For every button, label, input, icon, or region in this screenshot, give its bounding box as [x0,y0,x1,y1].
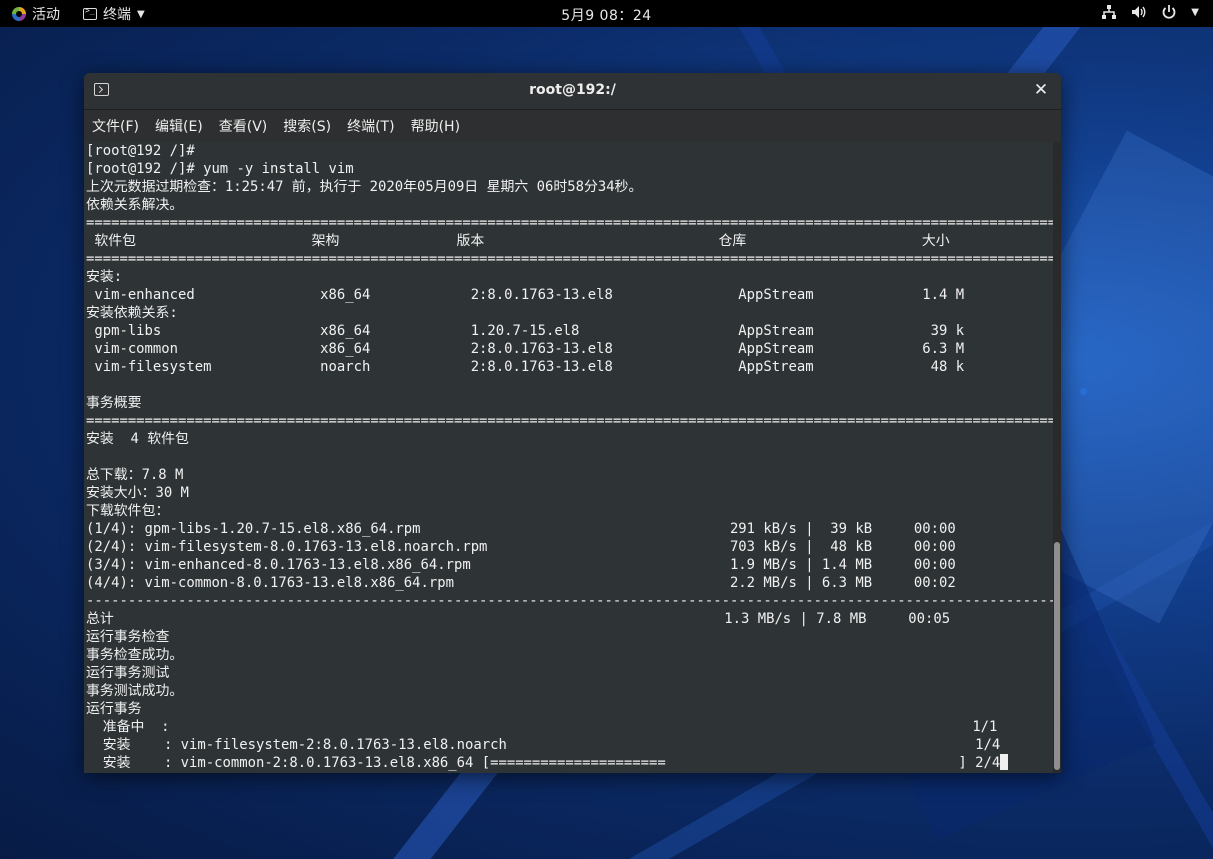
terminal-line: 安装 4 软件包 [86,431,189,447]
terminal-line: 安装: [86,269,123,285]
terminal-line: 准备中 : 1/1 [86,719,998,735]
terminal-line: 安装大小：30 M [86,485,189,501]
terminal-line: vim-common x86_64 2:8.0.1763-13.el8 AppS… [86,341,965,357]
terminal-line: 下载软件包： [86,503,170,519]
network-icon [1101,4,1117,20]
terminal-line: 运行事务 [86,701,142,717]
terminal-line: [root@192 /]# yum -y install vim [86,161,354,177]
terminal-line: [root@192 /]# [86,143,195,159]
system-status-menu[interactable]: ▼ [1101,4,1199,20]
scrollbar-thumb[interactable] [1054,542,1060,770]
menu-edit[interactable]: 编辑(E) [155,116,211,136]
terminal-line: 事务概要 [86,395,142,411]
window-title: root@192:/ [529,82,616,98]
terminal-line: 安装依赖关系: [86,305,178,321]
terminal-line: (4/4): vim-common-8.0.1763-13.el8.x86_64… [86,575,956,591]
terminal-line: (2/4): vim-filesystem-8.0.1763-13.el8.no… [86,539,956,555]
menu-search[interactable]: 搜索(S) [283,116,339,136]
menu-help[interactable]: 帮助(H) [411,116,468,136]
terminal-line: ========================================… [86,413,1061,429]
power-icon [1161,4,1177,20]
top-bar: 活动 终端 ▼ 5月9 08：24 ▼ [0,0,1213,27]
terminal-line: ========================================… [86,251,1061,267]
terminal-line: 运行事务测试 [86,665,170,681]
terminal-line: 事务测试成功。 [86,683,184,699]
terminal-cursor [1000,754,1009,770]
terminal-line: 安装 : vim-filesystem-2:8.0.1763-13.el8.no… [86,737,1001,753]
terminal-line: 上次元数据过期检查：1:25:47 前，执行于 2020年05月09日 星期六 … [86,179,643,195]
terminal-line: vim-enhanced x86_64 2:8.0.1763-13.el8 Ap… [86,287,965,303]
menu-file[interactable]: 文件(F) [92,116,147,136]
terminal-line: ========================================… [86,215,1061,231]
terminal-line: 总下载：7.8 M [86,467,184,483]
menu-terminal[interactable]: 终端(T) [347,116,402,136]
close-button[interactable]: ✕ [1031,80,1051,100]
terminal-line: vim-filesystem noarch 2:8.0.1763-13.el8 … [86,359,965,375]
terminal-line: gpm-libs x86_64 1.20.7-15.el8 AppStream … [86,323,965,339]
clock[interactable]: 5月9 08：24 [0,5,1213,25]
terminal-line: 总计 1.3 MB/s | 7.8 MB 00:05 [86,611,951,627]
terminal-line: 运行事务检查 [86,629,170,645]
terminal-line: (1/4): gpm-libs-1.20.7-15.el8.x86_64.rpm… [86,521,956,537]
terminal-line: 依赖关系解决。 [86,197,184,213]
menu-view[interactable]: 查看(V) [219,116,276,136]
volume-icon [1131,4,1147,20]
terminal-line: (3/4): vim-enhanced-8.0.1763-13.el8.x86_… [86,557,956,573]
terminal-window: root@192:/ ✕ 文件(F) 编辑(E) 查看(V) 搜索(S) 终端(… [84,73,1061,773]
terminal-output[interactable]: [root@192 /]# [root@192 /]# yum -y insta… [84,142,1061,773]
window-titlebar[interactable]: root@192:/ ✕ [84,73,1061,110]
menu-bar: 文件(F) 编辑(E) 查看(V) 搜索(S) 终端(T) 帮助(H) [84,110,1061,142]
terminal-line: ----------------------------------------… [86,593,1061,609]
terminal-line: 软件包 架构 版本 仓库 大小 [86,233,950,249]
terminal-text: [root@192 /]# [root@192 /]# yum -y insta… [86,142,1061,772]
wallpaper-dot [1080,388,1087,395]
terminal-line: 安装 : vim-common-2:8.0.1763-13.el8.x86_64… [86,755,1001,771]
chevron-down-icon: ▼ [1191,6,1199,18]
terminal-line: 事务检查成功。 [86,647,184,663]
scrollbar[interactable] [1053,142,1061,773]
